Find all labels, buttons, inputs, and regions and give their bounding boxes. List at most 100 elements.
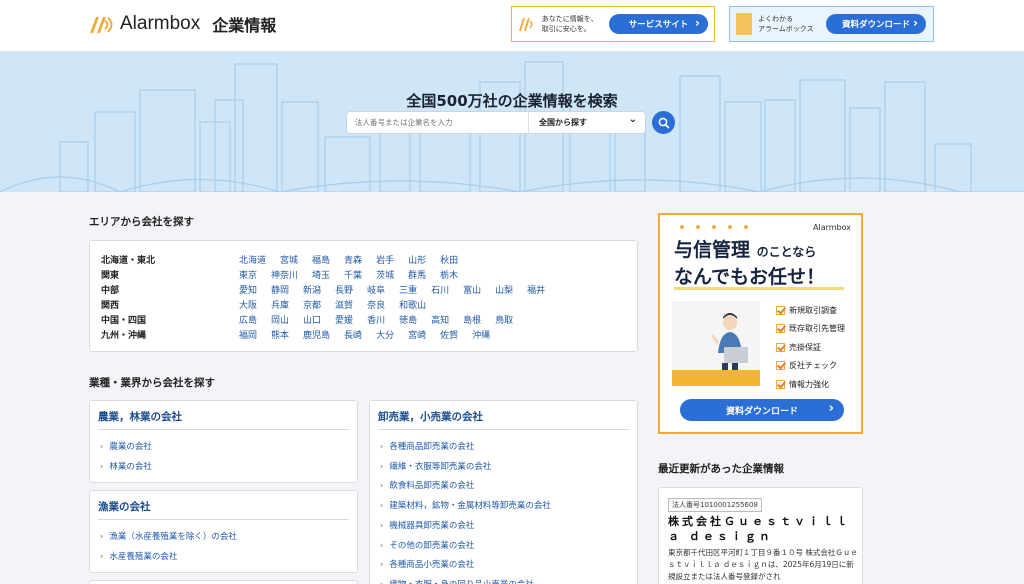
category-card-trade: 卸売業，小売業の会社 › 各種商品卸売業の会社 › 繊維・衣服等卸売業の会社 › 飲食料品… bbox=[369, 400, 638, 584]
industry-section-title: 業種・業界から会社を探す bbox=[89, 377, 215, 389]
prefecture-link[interactable]: 山口 bbox=[303, 313, 321, 326]
logo-mark-icon bbox=[90, 17, 113, 33]
prefecture-link[interactable]: 北海道 bbox=[239, 253, 266, 266]
category-link[interactable]: › 繊維・衣服等卸売業の会社 bbox=[380, 460, 491, 472]
category-link[interactable]: › 建築材料，鉱物・金属材料等卸売業の会社 bbox=[380, 499, 551, 511]
prefecture-link[interactable]: 岡山 bbox=[271, 313, 289, 326]
decorative-dots bbox=[680, 225, 748, 229]
prefecture-link[interactable]: 大阪 bbox=[239, 298, 257, 311]
chevron-right-icon: › bbox=[100, 532, 104, 542]
category-link[interactable]: › その他の卸売業の会社 bbox=[380, 539, 474, 551]
service-site-banner[interactable]: あなたに情報を、 取引に安心を。 サービスサイト bbox=[511, 6, 715, 42]
company-name[interactable]: 株式会社Ｇｕｅｓｔｖｉｌｌａ ｄｅｓｉｇｎ bbox=[668, 514, 858, 544]
credit-management-ad[interactable]: Alarmbox 与信管理 のことなら なんでもお任せ！ 新規取引調査 既存取引先… bbox=[658, 213, 863, 434]
prefecture-link[interactable]: 兵庫 bbox=[271, 298, 289, 311]
service-site-tagline: あなたに情報を、 取引に安心を。 bbox=[541, 15, 598, 33]
feature-list: 新規取引調査 既存取引先管理 売掛保証 反社チェック 情報力強化 bbox=[776, 301, 845, 394]
category-link[interactable]: › 機械器具卸売業の会社 bbox=[380, 519, 474, 531]
site-logo[interactable]: Alarmbox 企業情報 bbox=[88, 12, 276, 36]
prefecture-link[interactable]: 岩手 bbox=[376, 253, 394, 266]
prefecture-link[interactable]: 群馬 bbox=[408, 268, 426, 281]
search-icon bbox=[658, 117, 670, 129]
search-input[interactable] bbox=[347, 112, 528, 133]
prefecture-link[interactable]: 埼玉 bbox=[312, 268, 330, 281]
prefecture-link[interactable]: 愛媛 bbox=[335, 313, 353, 326]
feature-item: 売掛保証 bbox=[776, 338, 845, 357]
prefecture-link[interactable]: 福島 bbox=[312, 253, 330, 266]
prefecture-link[interactable]: 大分 bbox=[376, 328, 394, 341]
category-link[interactable]: › 水産養殖業の会社 bbox=[100, 550, 177, 562]
divider bbox=[378, 429, 629, 430]
prefecture-link[interactable]: 熊本 bbox=[271, 328, 289, 341]
prefecture-link[interactable]: 静岡 bbox=[271, 283, 289, 296]
prefecture-link[interactable]: 長野 bbox=[335, 283, 353, 296]
category-link[interactable]: › 各種商品卸売業の会社 bbox=[380, 440, 474, 452]
prefecture-link[interactable]: 長崎 bbox=[344, 328, 362, 341]
category-link[interactable]: › 林業の会社 bbox=[100, 460, 152, 472]
area-region-label: 中国・四国 bbox=[101, 316, 147, 326]
prefecture-link[interactable]: 岐阜 bbox=[367, 283, 385, 296]
search-button[interactable] bbox=[652, 111, 675, 134]
area-region-label: 北海道・東北 bbox=[101, 256, 156, 266]
category-link[interactable]: ›織物・衣服・身の回り品小売業の会社 bbox=[380, 578, 534, 584]
area-region-label: 中部 bbox=[101, 286, 120, 296]
chevron-right-icon: › bbox=[380, 520, 384, 531]
download-button[interactable]: 資料ダウンロード bbox=[826, 14, 926, 34]
prefecture-link[interactable]: 滋賀 bbox=[335, 298, 353, 311]
prefecture-link[interactable]: 和歌山 bbox=[399, 298, 426, 311]
prefecture-link[interactable]: 徳島 bbox=[399, 313, 417, 326]
prefecture-link[interactable]: 香川 bbox=[367, 313, 385, 326]
prefecture-link[interactable]: 沖縄 bbox=[472, 328, 490, 341]
recent-section-title: 最近更新があった企業情報 bbox=[658, 463, 784, 475]
prefecture-link[interactable]: 島根 bbox=[463, 313, 481, 326]
prefecture-link[interactable]: 福井 bbox=[527, 283, 545, 296]
category-title[interactable]: 漁業の会社 bbox=[98, 499, 151, 514]
ad-headline: 与信管理 のことなら bbox=[674, 239, 817, 261]
prefecture-link[interactable]: 奈良 bbox=[367, 298, 385, 311]
check-icon bbox=[776, 305, 785, 315]
illustration-band bbox=[672, 370, 760, 386]
prefecture-link[interactable]: 東京 bbox=[239, 268, 257, 281]
region-select[interactable]: 全国から探す bbox=[528, 112, 645, 133]
prefecture-link[interactable]: 山形 bbox=[408, 253, 426, 266]
category-title[interactable]: 農業，林業の会社 bbox=[98, 409, 182, 424]
chevron-right-icon: › bbox=[100, 442, 104, 452]
category-link[interactable]: › 漁業（水産養殖業を除く）の会社 bbox=[100, 530, 237, 542]
prefecture-link[interactable]: 神奈川 bbox=[271, 268, 298, 281]
prefecture-link[interactable]: 栃木 bbox=[440, 268, 458, 281]
ad-download-button[interactable]: 資料ダウンロード bbox=[680, 399, 844, 421]
prefecture-link[interactable]: 茨城 bbox=[376, 268, 394, 281]
prefecture-link[interactable]: 高知 bbox=[431, 313, 449, 326]
prefecture-link[interactable]: 山梨 bbox=[495, 283, 513, 296]
category-title[interactable]: 卸売業，小売業の会社 bbox=[378, 409, 483, 424]
prefecture-link[interactable]: 三重 bbox=[399, 283, 417, 296]
category-link[interactable]: › 各種商品小売業の会社 bbox=[380, 558, 474, 570]
prefecture-link[interactable]: 秋田 bbox=[440, 253, 458, 266]
check-icon bbox=[776, 342, 785, 352]
recent-company-card[interactable]: 法人番号1010001255608 株式会社Ｇｕｅｓｔｖｉｌｌａ ｄｅｓｉｇｎ … bbox=[658, 487, 863, 584]
company-description: 東京都千代田区平河町１丁目９番１０号 株式会社Ｇｕｅｓｔｖｉｌｌａ ｄｅｓｉｇｎ… bbox=[668, 548, 858, 581]
prefecture-link[interactable]: 青森 bbox=[344, 253, 362, 266]
chevron-right-icon: › bbox=[380, 442, 384, 452]
prefecture-link[interactable]: 愛知 bbox=[239, 283, 257, 296]
prefecture-link[interactable]: 鳥取 bbox=[495, 313, 513, 326]
prefecture-link[interactable]: 千葉 bbox=[344, 268, 362, 281]
download-banner[interactable]: よくわかる アラームボックス 資料ダウンロード bbox=[729, 6, 934, 42]
chevron-right-icon: › bbox=[380, 481, 384, 492]
prefecture-link[interactable]: 京都 bbox=[303, 298, 321, 311]
service-site-button[interactable]: サービスサイト bbox=[609, 14, 708, 34]
prefecture-link[interactable]: 石川 bbox=[431, 283, 449, 296]
prefecture-link[interactable]: 宮城 bbox=[280, 253, 298, 266]
brochure-icon bbox=[736, 13, 752, 35]
prefecture-link[interactable]: 佐賀 bbox=[440, 328, 458, 341]
prefecture-link[interactable]: 福岡 bbox=[239, 328, 257, 341]
area-row: 中国・四国 広島 岡山 山口 愛媛 香川 徳島 高知 島根 鳥取 bbox=[101, 312, 527, 327]
prefecture-link[interactable]: 富山 bbox=[463, 283, 481, 296]
prefecture-link[interactable]: 新潟 bbox=[303, 283, 321, 296]
prefecture-link[interactable]: 鹿児島 bbox=[303, 328, 330, 341]
prefecture-link[interactable]: 広島 bbox=[239, 313, 257, 326]
category-link[interactable]: › 農業の会社 bbox=[100, 440, 152, 452]
area-region-label: 関東 bbox=[101, 271, 120, 281]
prefecture-link[interactable]: 宮崎 bbox=[408, 328, 426, 341]
category-link[interactable]: › 飲食料品卸売業の会社 bbox=[380, 479, 474, 491]
